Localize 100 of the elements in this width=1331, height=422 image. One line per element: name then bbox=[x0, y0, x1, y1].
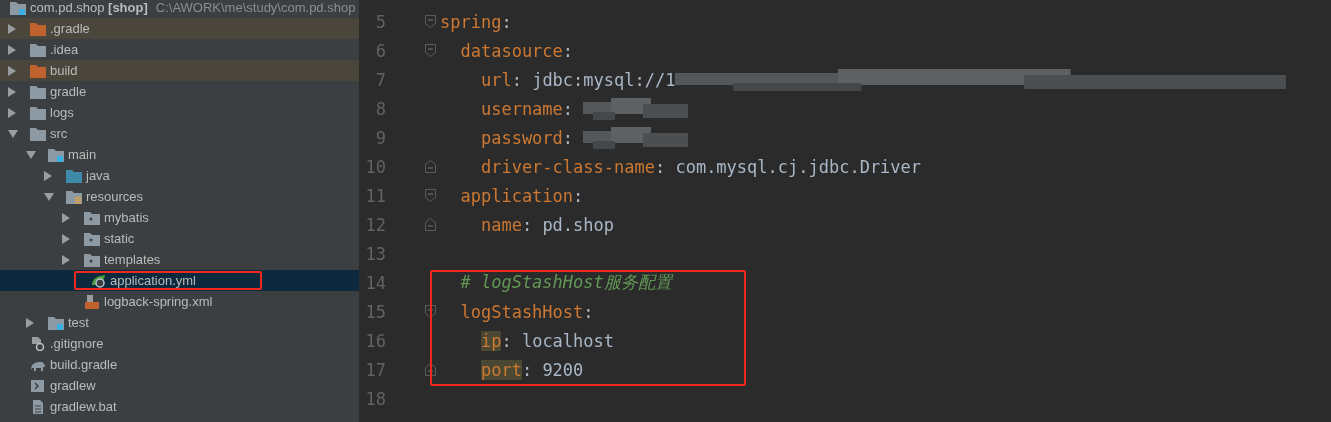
tree-item[interactable]: gradlew bbox=[50, 378, 96, 393]
yaml-key: spring bbox=[440, 11, 502, 32]
project-path: C:\AWORK\me\study\com.pd.shop bbox=[155, 0, 356, 15]
line-number: 16 bbox=[364, 330, 386, 351]
expand-arrow-icon[interactable] bbox=[8, 65, 16, 76]
expand-arrow-icon[interactable] bbox=[8, 23, 16, 34]
tree-item[interactable]: .idea bbox=[50, 42, 79, 57]
tree-item[interactable]: static bbox=[104, 231, 135, 246]
line-number: 11 bbox=[364, 185, 386, 206]
expand-arrow-icon[interactable] bbox=[44, 170, 52, 181]
fold-end-icon[interactable] bbox=[425, 160, 436, 173]
line-number: 7 bbox=[374, 69, 386, 90]
yaml-key: logStashHost bbox=[460, 301, 584, 322]
yaml-colon: : bbox=[562, 40, 574, 61]
line-number: 8 bbox=[374, 98, 386, 119]
line-number: 9 bbox=[374, 127, 386, 148]
folder-icon bbox=[30, 84, 46, 99]
yaml-colon: : bbox=[501, 330, 512, 351]
leaf-gear-icon bbox=[90, 273, 106, 288]
yaml-value: localhost bbox=[521, 330, 615, 351]
tree-item[interactable]: java bbox=[86, 168, 110, 183]
folder-icon bbox=[48, 315, 64, 330]
tree-item[interactable]: gradle bbox=[50, 84, 87, 99]
line-number: 5 bbox=[374, 11, 386, 32]
fold-marker-icon[interactable] bbox=[425, 15, 436, 28]
expand-arrow-icon[interactable] bbox=[62, 233, 70, 244]
yaml-colon: : bbox=[654, 156, 666, 177]
line-number: 15 bbox=[364, 301, 386, 322]
folder-icon bbox=[84, 252, 100, 267]
collapse-arrow-icon[interactable] bbox=[44, 192, 54, 201]
folder-icon bbox=[30, 21, 46, 36]
tree-item[interactable]: logs bbox=[50, 105, 74, 120]
text-file-icon bbox=[30, 399, 46, 414]
yaml-value: jdbc:mysql://1 bbox=[532, 69, 676, 90]
line-number: 13 bbox=[364, 243, 386, 264]
fold-end-icon[interactable] bbox=[425, 218, 436, 231]
yaml-key: datasource bbox=[460, 40, 563, 61]
tree-item[interactable]: build.gradle bbox=[50, 357, 118, 372]
line-number: 10 bbox=[364, 156, 386, 177]
tree-item[interactable]: mybatis bbox=[104, 210, 149, 225]
yaml-value: com.mysql.cj.jdbc.Driver bbox=[675, 156, 922, 177]
tree-item[interactable]: logback-spring.xml bbox=[104, 294, 213, 309]
folder-icon bbox=[30, 63, 46, 78]
yaml-key: ip bbox=[480, 330, 502, 351]
tree-item[interactable]: src bbox=[50, 126, 68, 141]
yaml-value: pd.shop bbox=[542, 214, 615, 235]
folder-icon bbox=[30, 126, 46, 141]
yaml-key: driver-class-name bbox=[480, 156, 655, 177]
folder-icon bbox=[30, 105, 46, 120]
yaml-key: url bbox=[480, 69, 512, 90]
tree-item[interactable]: build bbox=[50, 63, 78, 78]
yaml-colon: : bbox=[562, 98, 574, 119]
yaml-key: password bbox=[480, 127, 563, 148]
yaml-colon: : bbox=[501, 11, 512, 32]
yaml-colon: : bbox=[583, 301, 594, 322]
collapse-arrow-icon[interactable] bbox=[8, 129, 18, 138]
line-number: 14 bbox=[364, 272, 386, 293]
yaml-colon: : bbox=[573, 185, 584, 206]
fold-end-icon[interactable] bbox=[425, 363, 436, 376]
line-number: 18 bbox=[364, 388, 386, 409]
line-number: 17 bbox=[364, 359, 386, 380]
tree-item[interactable]: resources bbox=[86, 189, 144, 204]
folder-icon bbox=[84, 231, 100, 246]
yaml-colon: : bbox=[511, 69, 522, 90]
folder-icon bbox=[30, 42, 46, 57]
ignored-file-icon bbox=[30, 336, 46, 351]
tree-item[interactable]: main bbox=[68, 147, 97, 162]
tree-item[interactable]: test bbox=[68, 315, 89, 330]
expand-arrow-icon[interactable] bbox=[8, 86, 16, 97]
expand-arrow-icon[interactable] bbox=[8, 44, 16, 55]
expand-arrow-icon[interactable] bbox=[62, 212, 70, 223]
folder-icon bbox=[66, 189, 82, 204]
terminal-icon bbox=[30, 378, 46, 393]
fold-marker-icon[interactable] bbox=[425, 305, 436, 318]
folder-icon bbox=[48, 147, 64, 162]
tree-item[interactable]: .gradle bbox=[50, 21, 90, 36]
yaml-colon: : bbox=[521, 359, 533, 380]
tree-item[interactable]: templates bbox=[104, 252, 161, 267]
module-folder-icon bbox=[10, 0, 26, 15]
fold-marker-icon[interactable] bbox=[425, 189, 436, 202]
folder-icon bbox=[84, 210, 100, 225]
yaml-colon: : bbox=[562, 127, 574, 148]
yaml-key: username bbox=[480, 98, 563, 119]
xml-file-icon bbox=[84, 294, 100, 309]
expand-arrow-icon[interactable] bbox=[26, 317, 34, 328]
expand-arrow-icon[interactable] bbox=[62, 254, 70, 265]
tree-item[interactable]: gradlew.bat bbox=[50, 399, 117, 414]
yaml-colon: : bbox=[521, 214, 533, 235]
expand-arrow-icon[interactable] bbox=[8, 107, 16, 118]
yaml-key: application bbox=[460, 185, 574, 206]
fold-marker-icon[interactable] bbox=[425, 44, 436, 57]
project-name[interactable]: com.pd.shop [shop] bbox=[30, 0, 148, 15]
line-number: 12 bbox=[364, 214, 386, 235]
tree-item[interactable]: .gitignore bbox=[50, 336, 104, 351]
yaml-key: name bbox=[480, 214, 522, 235]
collapse-arrow-icon[interactable] bbox=[26, 150, 36, 159]
yaml-key: port bbox=[480, 359, 522, 380]
yaml-value: 9200 bbox=[542, 359, 584, 380]
folder-icon bbox=[66, 168, 82, 183]
tree-item[interactable]: application.yml bbox=[110, 273, 196, 288]
